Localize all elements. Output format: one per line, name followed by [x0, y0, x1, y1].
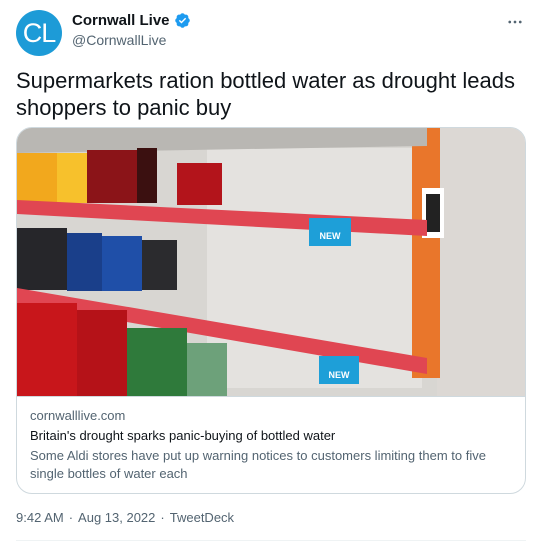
avatar-initials: CL — [22, 17, 57, 48]
card-title: Britain's drought sparks panic-buying of… — [30, 428, 336, 443]
card-description: Some Aldi stores have put up warning not… — [30, 448, 486, 481]
footer-separator: · — [68, 510, 74, 525]
divider — [16, 540, 526, 541]
more-button[interactable] — [505, 12, 525, 32]
tweet[interactable]: CL Cornwall Live @CornwallLive Supermark… — [0, 0, 541, 555]
avatar[interactable]: CL — [16, 10, 62, 56]
card-meta[interactable]: cornwalllive.com Britain's drought spark… — [17, 396, 525, 493]
card-image[interactable]: NEW NEW — [17, 128, 526, 396]
tweet-time[interactable]: 9:42 AM — [16, 510, 64, 525]
tweet-date[interactable]: Aug 13, 2022 — [78, 510, 155, 525]
tweet-source[interactable]: TweetDeck — [170, 510, 234, 525]
tweet-text: Supermarkets ration bottled water as dro… — [16, 68, 515, 120]
link-card[interactable]: NEW NEW cornwalllive.com Britain's droug… — [16, 127, 526, 494]
tweet-footer: 9:42 AM · Aug 13, 2022 · TweetDeck — [16, 510, 234, 525]
new-tag-1: NEW — [320, 231, 342, 241]
new-tag-2: NEW — [329, 370, 351, 380]
author-display-name[interactable]: Cornwall Live — [72, 12, 170, 29]
footer-separator: · — [160, 510, 165, 525]
author-handle[interactable]: @CornwallLive — [72, 32, 166, 48]
card-domain: cornwalllive.com — [30, 408, 126, 423]
more-horizontal-icon — [508, 20, 522, 24]
author-name-row[interactable]: Cornwall Live — [72, 12, 191, 29]
verified-badge-icon — [174, 13, 190, 28]
